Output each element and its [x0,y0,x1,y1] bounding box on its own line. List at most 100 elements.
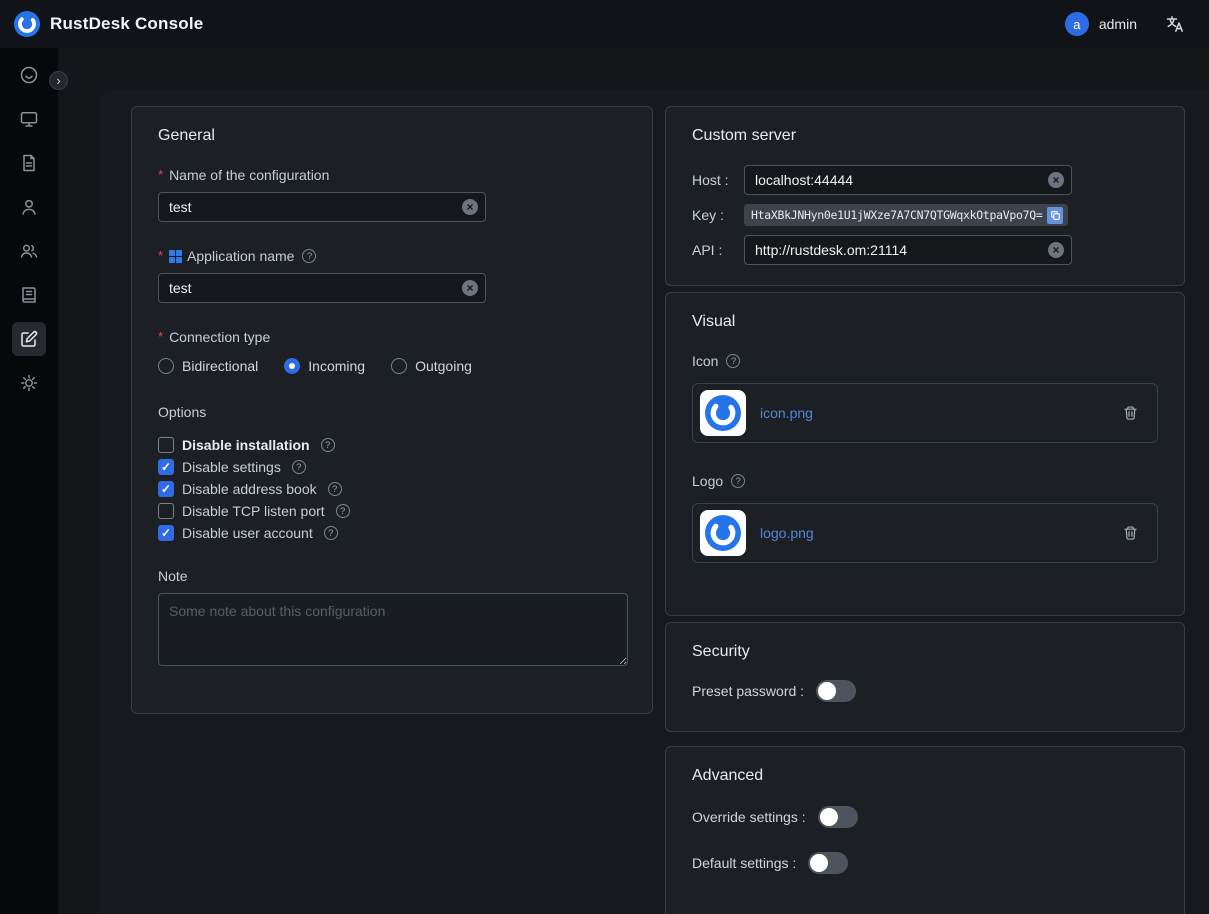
checkbox[interactable] [158,437,174,453]
radio-circle[interactable] [284,358,300,374]
icon-preview-image [700,390,746,436]
help-icon[interactable] [321,438,335,452]
api-label: API : [692,242,744,258]
radio-circle[interactable] [391,358,407,374]
required-mark: * [158,329,163,344]
api-field [744,235,1072,265]
required-mark: * [158,167,163,182]
note-label: Note [158,568,626,584]
radio-label: Outgoing [415,358,472,374]
clear-icon[interactable] [1048,242,1064,258]
checkbox-label: Disable TCP listen port [182,503,325,519]
header-right: a admin [1065,12,1185,36]
checkbox-label: Disable installation [182,437,310,453]
key-field[interactable]: HtaXBkJNHyn0e1U1jWXze7A7CN7QTGWqxkOtpaVp… [744,204,1068,226]
option-disable-tcp-listen-port[interactable]: Disable TCP listen port [158,500,626,522]
key-row: Key : HtaXBkJNHyn0e1U1jWXze7A7CN7QTGWqxk… [692,204,1158,226]
radio-bidirectional[interactable]: Bidirectional [158,358,258,374]
app-title: RustDesk Console [50,14,203,34]
visual-title: Visual [692,313,1158,331]
sidebar-item-custom-clients[interactable] [12,322,46,356]
note-textarea[interactable] [158,593,628,666]
preset-password-toggle[interactable] [816,680,856,702]
sidebar-item-home[interactable] [12,58,46,92]
checkbox[interactable] [158,459,174,475]
delete-icon[interactable] [1122,524,1139,542]
option-disable-installation[interactable]: Disable installation [158,434,626,456]
sidebar-item-devices[interactable] [12,102,46,136]
clear-icon[interactable] [462,199,478,215]
options-label: Options [158,404,626,420]
host-input[interactable] [744,165,1072,195]
sidebar-item-audit-log[interactable] [12,278,46,312]
app-name-label-row: * Application name [158,248,626,264]
main-panel: General * Name of the configuration * [100,90,1209,914]
logo-file-link[interactable]: logo.png [760,525,814,541]
app-name-label: Application name [187,248,294,264]
api-input[interactable] [744,235,1072,265]
user-name[interactable]: admin [1099,16,1137,32]
icon-file-link[interactable]: icon.png [760,405,813,421]
default-settings-toggle[interactable] [808,852,848,874]
sidebar [0,48,58,914]
top-bar: RustDesk Console a admin [0,0,1209,48]
key-value: HtaXBkJNHyn0e1U1jWXze7A7CN7QTGWqxkOtpaVp… [751,208,1042,222]
help-icon[interactable] [336,504,350,518]
api-row: API : [692,235,1158,265]
sidebar-expand-button[interactable] [49,71,68,90]
config-name-label-row: * Name of the configuration [158,167,626,183]
option-disable-address-book[interactable]: Disable address book [158,478,626,500]
sidebar-item-documents[interactable] [12,146,46,180]
sidebar-item-groups[interactable] [12,234,46,268]
app-name-input[interactable] [158,273,486,303]
language-switch-icon[interactable] [1165,14,1185,34]
connection-type-group: Bidirectional Incoming Outgoing [158,358,626,374]
checkbox[interactable] [158,481,174,497]
connection-type-label: Connection type [169,329,270,345]
help-icon[interactable] [292,460,306,474]
clear-icon[interactable] [462,280,478,296]
icon-label-row: Icon [692,353,1158,369]
sidebar-item-user[interactable] [12,190,46,224]
checkbox-label: Disable settings [182,459,281,475]
radio-label: Bidirectional [182,358,258,374]
option-disable-user-account[interactable]: Disable user account [158,522,626,544]
override-settings-label: Override settings : [692,809,806,825]
advanced-card: Advanced Override settings : Default set… [665,746,1185,914]
checkbox[interactable] [158,503,174,519]
rustdesk-logo-icon [14,11,40,37]
radio-outgoing[interactable]: Outgoing [391,358,472,374]
app-name-field [158,273,486,303]
radio-incoming[interactable]: Incoming [284,358,365,374]
connection-type-label-row: * Connection type [158,329,626,345]
help-icon[interactable] [324,526,338,540]
logo-label: Logo [692,473,723,489]
checkbox[interactable] [158,525,174,541]
option-disable-settings[interactable]: Disable settings [158,456,626,478]
help-icon[interactable] [726,354,740,368]
default-settings-label: Default settings : [692,855,796,871]
sidebar-item-settings[interactable] [12,366,46,400]
radio-circle[interactable] [158,358,174,374]
user-avatar[interactable]: a [1065,12,1089,36]
override-settings-toggle[interactable] [818,806,858,828]
preset-password-row: Preset password : [692,679,1158,703]
copy-icon[interactable] [1047,207,1063,224]
logo-preview-image [700,510,746,556]
config-name-label: Name of the configuration [169,167,329,183]
checkbox-label: Disable address book [182,481,317,497]
radio-label: Incoming [308,358,365,374]
security-card: Security Preset password : [665,622,1185,732]
checkbox-label: Disable user account [182,525,313,541]
help-icon[interactable] [731,474,745,488]
advanced-title: Advanced [692,767,1158,785]
delete-icon[interactable] [1122,404,1139,422]
icon-label: Icon [692,353,718,369]
clear-icon[interactable] [1048,172,1064,188]
help-icon[interactable] [302,249,316,263]
general-title: General [158,127,626,145]
help-icon[interactable] [328,482,342,496]
override-settings-row: Override settings : [692,805,1158,829]
config-name-input[interactable] [158,192,486,222]
host-field [744,165,1072,195]
